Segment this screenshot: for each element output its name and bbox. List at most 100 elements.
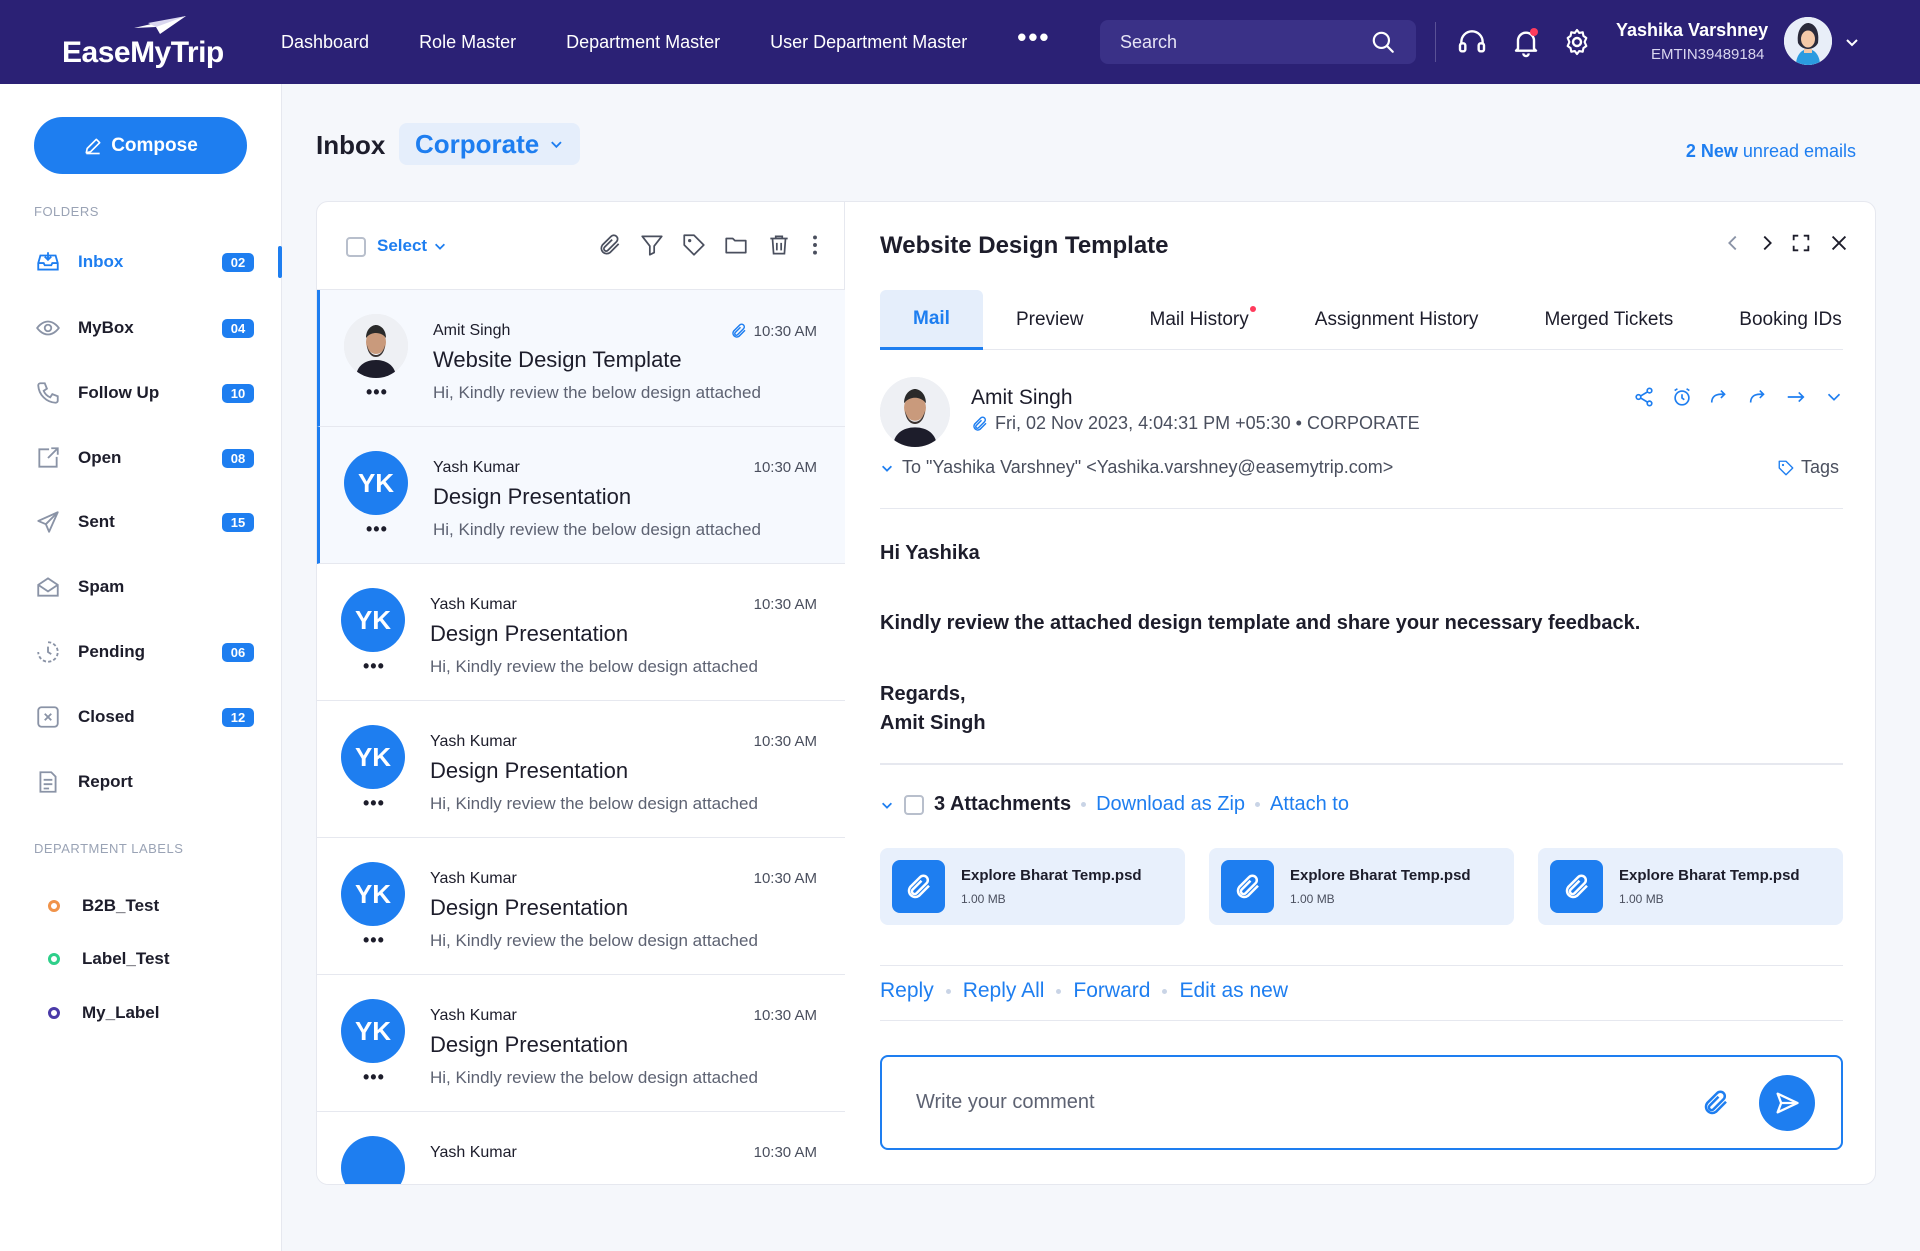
list-item[interactable]: YK ••• Yash Kumar 10:30 AM Design Presen…	[317, 427, 845, 564]
more-dots-icon[interactable]: •••	[363, 793, 385, 814]
sidebar-item-closed[interactable]: Closed 12	[34, 697, 282, 737]
attachment-filter-icon[interactable]	[597, 232, 623, 258]
list-item[interactable]: YK ••• Yash Kumar 10:30 AM Design Presen…	[317, 564, 845, 701]
easemytrip-logo[interactable]: EaseMyTrip	[62, 14, 224, 70]
tab-assignment-history[interactable]: Assignment History	[1282, 290, 1512, 350]
more-dots-icon[interactable]: •••	[363, 930, 385, 951]
tab-merged-tickets[interactable]: Merged Tickets	[1511, 290, 1706, 350]
send-button[interactable]	[1759, 1074, 1815, 1131]
list-item[interactable]: ••• Amit Singh 10:30 AM Website Design T…	[317, 290, 845, 427]
recipient-line[interactable]: To "Yashika Varshney" <Yashika.varshney@…	[880, 457, 1393, 478]
comment-input[interactable]	[916, 1091, 1701, 1114]
paperclip-icon	[892, 860, 945, 913]
page-title: Inbox	[316, 130, 386, 160]
sidebar-item-label: Sent	[78, 512, 115, 531]
sidebar-item-label: MyBox	[78, 318, 134, 337]
chevron-down-icon[interactable]	[1844, 34, 1860, 50]
search-icon[interactable]	[1370, 29, 1396, 55]
headset-icon[interactable]	[1456, 26, 1488, 58]
compose-button[interactable]: Compose	[34, 117, 247, 174]
list-item[interactable]: Yash Kumar 10:30 AM	[317, 1112, 845, 1184]
expand-icon[interactable]	[1790, 232, 1812, 254]
attachments-checkbox[interactable]	[904, 794, 924, 815]
list-item[interactable]: YK ••• Yash Kumar 10:30 AM Design Presen…	[317, 975, 845, 1112]
tab-booking-ids[interactable]: Booking IDs	[1706, 290, 1841, 350]
forward-icon[interactable]	[1747, 386, 1769, 408]
more-dots-icon[interactable]: •••	[363, 656, 385, 677]
tag-icon[interactable]	[681, 232, 707, 258]
folder-icon[interactable]	[723, 232, 749, 258]
compose-label: Compose	[111, 134, 198, 156]
search-input[interactable]	[1120, 31, 1370, 53]
attachment-card[interactable]: Explore Bharat Temp.psd 1.00 MB	[880, 848, 1185, 925]
gear-icon[interactable]	[1561, 26, 1593, 58]
sidebar-item-open[interactable]: Open 08	[34, 438, 282, 478]
mail-preview: Hi, Kindly review the below design attac…	[430, 794, 758, 813]
download-zip-link[interactable]: Download as Zip	[1096, 793, 1245, 816]
chevron-left-icon[interactable]	[1722, 232, 1744, 254]
attachments-row: 3 Attachments Download as Zip Attach to	[880, 793, 1349, 816]
alarm-icon[interactable]	[1671, 386, 1693, 408]
unread-emails-link[interactable]: 2 New unread emails	[1686, 141, 1856, 162]
logo-text: EaseMyTrip	[62, 36, 224, 69]
attachment-card[interactable]: Explore Bharat Temp.psd 1.00 MB	[1209, 848, 1514, 925]
nav-department-master[interactable]: Department Master	[566, 32, 720, 53]
attachment-icon[interactable]	[1701, 1088, 1731, 1118]
more-dots-icon[interactable]: •••	[363, 1067, 385, 1088]
reply-all-link[interactable]: Reply All	[963, 979, 1045, 1003]
sender-avatar: YK	[341, 862, 405, 926]
trash-icon[interactable]	[766, 232, 792, 258]
sidebar-item-mybox[interactable]: MyBox 04	[34, 308, 282, 348]
nav-user-department-master[interactable]: User Department Master	[770, 32, 967, 53]
mail-closing: Regards,	[880, 683, 966, 705]
sidebar-item-sent[interactable]: Sent 15	[34, 502, 282, 542]
reply-all-icon[interactable]	[1709, 386, 1731, 408]
separator-dot	[1162, 988, 1168, 994]
label-item-my-label[interactable]: My_Label	[48, 1003, 159, 1023]
more-vertical-icon[interactable]	[802, 232, 828, 258]
mail-panel: Select ••• Amit Singh 10:30 AM Website D…	[316, 201, 1876, 1185]
tab-mail-history[interactable]: Mail History	[1117, 290, 1282, 350]
forward-link[interactable]: Forward	[1073, 979, 1150, 1003]
chevron-right-icon[interactable]	[1756, 232, 1778, 254]
tab-preview[interactable]: Preview	[983, 290, 1117, 350]
chevron-down-icon[interactable]	[880, 798, 894, 812]
label-item-label-test[interactable]: Label_Test	[48, 949, 170, 969]
sidebar-item-follow-up[interactable]: Follow Up 10	[34, 373, 282, 413]
user-avatar[interactable]	[1784, 17, 1832, 65]
sidebar-item-report[interactable]: Report	[34, 762, 282, 802]
list-item[interactable]: YK ••• Yash Kumar 10:30 AM Design Presen…	[317, 838, 845, 975]
top-navigation-bar: EaseMyTrip Dashboard Role Master Departm…	[0, 0, 1920, 84]
topbar-divider	[1435, 22, 1436, 62]
list-item[interactable]: YK ••• Yash Kumar 10:30 AM Design Presen…	[317, 701, 845, 838]
more-dots-icon[interactable]: •••	[366, 519, 388, 540]
divider	[880, 508, 1843, 509]
nav-role-master[interactable]: Role Master	[419, 32, 516, 53]
attachment-card[interactable]: Explore Bharat Temp.psd 1.00 MB	[1538, 848, 1843, 925]
attach-to-link[interactable]: Attach to	[1270, 793, 1349, 816]
tab-mail[interactable]: Mail	[880, 290, 983, 350]
attachment-name: Explore Bharat Temp.psd	[961, 867, 1142, 884]
bell-icon[interactable]	[1510, 26, 1542, 58]
arrow-right-icon[interactable]	[1785, 386, 1807, 408]
edit-as-new-link[interactable]: Edit as new	[1179, 979, 1288, 1003]
sidebar-item-pending[interactable]: Pending 06	[34, 632, 282, 672]
chevron-down-icon[interactable]	[1823, 386, 1845, 408]
nav-more-button[interactable]: •••	[1017, 22, 1050, 53]
sidebar-item-spam[interactable]: Spam	[34, 567, 282, 607]
tags-button[interactable]: Tags	[1777, 457, 1839, 478]
mail-subject: Design Presentation	[430, 621, 629, 646]
close-icon[interactable]	[1828, 232, 1850, 254]
attachment-name: Explore Bharat Temp.psd	[1290, 867, 1471, 884]
reply-link[interactable]: Reply	[880, 979, 934, 1003]
share-icon[interactable]	[1633, 386, 1655, 408]
filter-icon[interactable]	[639, 232, 665, 258]
label-item-b2b-test[interactable]: B2B_Test	[48, 896, 159, 916]
mailbox-dropdown[interactable]: Corporate	[399, 123, 580, 165]
more-dots-icon[interactable]: •••	[366, 382, 388, 403]
nav-dashboard[interactable]: Dashboard	[281, 32, 369, 53]
select-dropdown[interactable]: Select	[377, 236, 447, 256]
mail-preview: Hi, Kindly review the below design attac…	[430, 657, 758, 676]
select-all-checkbox[interactable]	[346, 237, 366, 257]
sidebar-item-inbox[interactable]: Inbox 02	[34, 242, 282, 282]
